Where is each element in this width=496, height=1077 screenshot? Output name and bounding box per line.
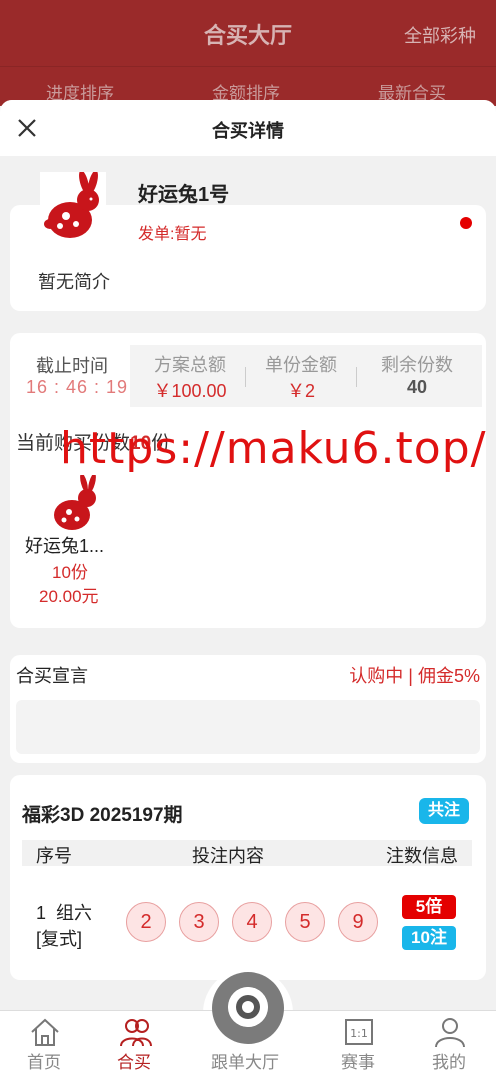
- unit-amount-label: 单份金额: [265, 355, 337, 375]
- notes-count-badge: 10注: [402, 926, 456, 950]
- row-play: 组六: [56, 903, 93, 923]
- detail-sheet: 合买详情 好运兔1号 发单:暂无 暂无简介 截止时间 16 : 46 : 19 …: [0, 100, 496, 1077]
- deadline-label: 截止时间: [36, 356, 108, 376]
- all-lotteries-link[interactable]: 全部彩种: [404, 22, 476, 48]
- nav-item-home[interactable]: 首页: [27, 1048, 61, 1073]
- user-icon[interactable]: [433, 1016, 467, 1048]
- declaration-content: [16, 700, 480, 754]
- member-amount: 20.00元: [39, 587, 99, 606]
- remaining-shares-label: 剩余份数: [381, 355, 453, 375]
- number-ball: 2: [126, 902, 166, 942]
- table-row: 1 组六 [复式]: [36, 900, 92, 952]
- declaration-status: 认购中 | 佣金5%: [349, 666, 480, 686]
- plan-name: 好运兔1号: [138, 184, 230, 206]
- number-ball: 4: [232, 902, 272, 942]
- total-amount-label: 方案总额: [154, 355, 226, 375]
- svg-text:1:1: 1:1: [350, 1027, 368, 1040]
- total-notes-badge: 共注: [419, 798, 469, 824]
- header-seq: 序号: [36, 846, 72, 866]
- rabbit-avatar-icon: [54, 475, 96, 530]
- group-buy-icon[interactable]: [119, 1016, 153, 1048]
- total-amount-value: ￥100.00: [153, 381, 227, 401]
- header-notes: 注数信息: [386, 846, 458, 866]
- nav-item-group-buy[interactable]: 合买: [117, 1048, 151, 1073]
- number-ball: 5: [285, 902, 325, 942]
- member-name: 好运兔1...: [25, 536, 105, 556]
- status-dot: [460, 217, 472, 229]
- nav-item-matches[interactable]: 赛事: [341, 1048, 375, 1073]
- rabbit-avatar-icon: [40, 172, 106, 242]
- ticket-title: 福彩3D 2025197期: [22, 805, 183, 826]
- deadline-countdown: 16 : 46 : 19: [26, 377, 129, 397]
- remaining-shares-value: 40: [406, 377, 428, 397]
- number-ball: 9: [338, 902, 378, 942]
- number-ball: 3: [179, 902, 219, 942]
- ticket-table-header: 序号 投注内容 注数信息: [22, 840, 472, 866]
- unit-amount-value: ￥2: [286, 381, 315, 401]
- sheet-header: 合买详情: [0, 100, 496, 156]
- match-icon[interactable]: 1:1: [342, 1016, 376, 1048]
- plan-description: 暂无简介: [38, 272, 110, 292]
- multiplier-badge: 5倍: [402, 895, 456, 919]
- nav-item-mine[interactable]: 我的: [432, 1048, 466, 1073]
- declaration-title: 合买宣言: [16, 666, 88, 686]
- stats-row: 方案总额 ￥100.00 单份金额 ￥2 剩余份数 40: [130, 345, 482, 407]
- billiard-ball-icon[interactable]: [228, 987, 268, 1027]
- row-mode: [复式]: [36, 929, 83, 949]
- divider: [356, 367, 357, 387]
- header-content: 投注内容: [192, 846, 264, 866]
- sheet-title: 合买详情: [212, 121, 284, 141]
- url-watermark: https://maku6.top/: [60, 423, 487, 474]
- home-icon[interactable]: [28, 1016, 62, 1048]
- member-shares: 10份: [52, 563, 88, 582]
- plan-sender: 发单:暂无: [138, 226, 207, 243]
- nav-item-follow-hall[interactable]: 跟单大厅: [211, 1048, 279, 1073]
- row-seq: 1: [36, 903, 47, 923]
